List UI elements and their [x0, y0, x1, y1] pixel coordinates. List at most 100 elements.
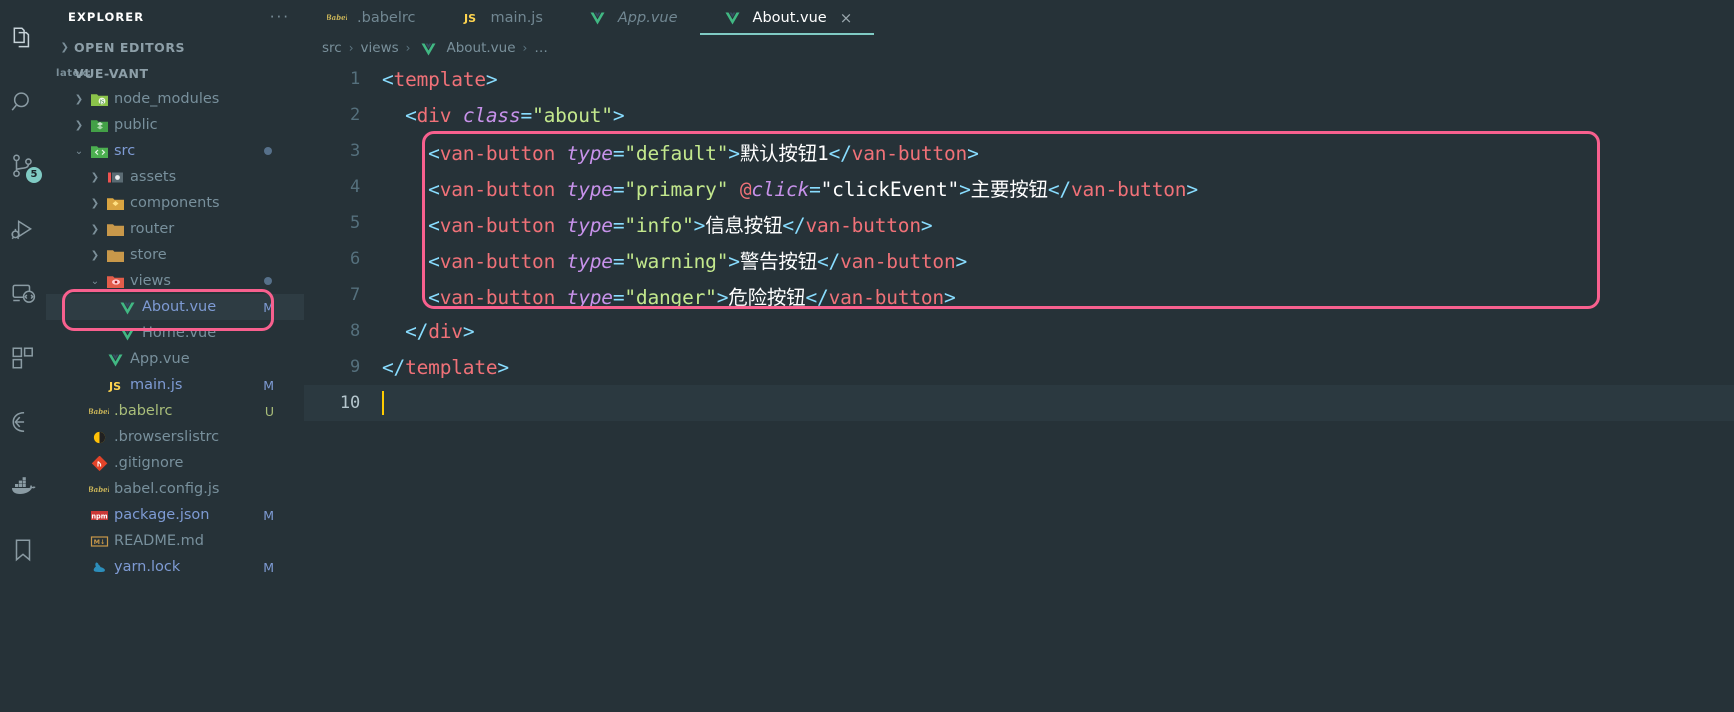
babel-file-icon: Babel — [326, 11, 348, 24]
tree-item-views[interactable]: ⌄ views — [46, 268, 304, 294]
chevron-right-icon: ❯ — [90, 223, 100, 235]
browserslist-file-icon — [88, 430, 110, 445]
explorer-sidebar: EXPLORER ··· ❯ OPEN EDITORS latex; VUE-V… — [46, 0, 304, 712]
git-file-icon — [88, 455, 110, 471]
tree-item-label: .babelrc — [114, 403, 173, 419]
tab-babelrc[interactable]: Babel .babelrc — [304, 0, 437, 35]
breadcrumb-item-src[interactable]: src — [322, 40, 342, 56]
chevron-right-icon: ❯ — [74, 93, 84, 105]
tree-item-label: assets — [130, 169, 177, 185]
tree-item-label: views — [130, 273, 171, 289]
chevron-down-icon: ⌄ — [74, 145, 84, 157]
line-number: 2 — [349, 105, 360, 125]
run-and-debug-icon[interactable] — [0, 198, 46, 262]
source-control-icon[interactable]: 5 — [0, 134, 46, 198]
tree-item-label: node_modules — [114, 91, 220, 107]
vue-file-icon — [417, 41, 439, 56]
explorer-header: EXPLORER ··· — [46, 0, 304, 34]
folder-store-icon — [104, 248, 126, 263]
chevron-right-icon: ❯ — [74, 119, 84, 131]
breadcrumb-separator-icon: › — [405, 41, 411, 55]
tab-main-js[interactable]: JS main.js — [437, 0, 564, 35]
extensions-icon[interactable] — [0, 326, 46, 390]
tree-item-store[interactable]: ❯ store — [46, 242, 304, 268]
tab-label: About.vue — [752, 9, 827, 26]
line-number: 1 — [349, 69, 360, 89]
line-number: 8 — [349, 321, 360, 341]
code-line-content: <van-button type="warning">警告按钮</van-but… — [428, 249, 968, 273]
breadcrumb-item-ellipsis[interactable]: … — [534, 40, 548, 56]
chevron-down-icon: ⌄ — [90, 275, 100, 287]
tab-about-vue[interactable]: About.vue × — [699, 0, 875, 35]
search-icon[interactable] — [0, 70, 46, 134]
vue-file-icon — [116, 326, 138, 341]
code-line-content: <van-button type="default">默认按钮1</van-bu… — [428, 141, 979, 165]
line-number: 5 — [349, 213, 360, 233]
code-line-active: 10 — [304, 385, 1734, 421]
code-editor[interactable]: 1 <template> 2 <div class="about"> 3 <va… — [304, 61, 1734, 712]
vue-file-icon — [722, 10, 744, 25]
code-line: 5 <van-button type="info">信息按钮</van-butt… — [304, 205, 1734, 241]
sidebar-section-vue-vant[interactable]: latex; VUE-VANT — [46, 60, 304, 86]
tree-item-label: babel.config.js — [114, 481, 220, 497]
tree-item-label: yarn.lock — [114, 559, 181, 575]
code-line: 1 <template> — [304, 61, 1734, 97]
babel-file-icon: Babel — [88, 483, 110, 496]
tree-item-node_modules[interactable]: ❯ JS node_modules — [46, 86, 304, 112]
code-line-content: <div class="about"> — [405, 103, 625, 127]
code-line: 2 <div class="about"> — [304, 97, 1734, 133]
folder-router-icon — [104, 222, 126, 237]
code-line-content: <template> — [382, 67, 498, 91]
code-line-content: <van-button type="danger">危险按钮</van-butt… — [428, 285, 956, 309]
tree-item-label: package.json — [114, 507, 210, 523]
tree-item-yarn-lock[interactable]: ❯ yarn.lock M — [46, 554, 304, 580]
tree-item-babel-config-js[interactable]: ❯ Babel babel.config.js — [46, 476, 304, 502]
js-file-icon: JS — [459, 10, 481, 25]
remote-explorer-icon[interactable] — [0, 262, 46, 326]
tree-item-label: .browserslistrc — [114, 429, 220, 445]
sidebar-section-open-editors[interactable]: ❯ OPEN EDITORS — [46, 34, 304, 60]
code-line: 6 <van-button type="warning">警告按钮</van-b… — [304, 241, 1734, 277]
tree-item-browserslistrc[interactable]: ❯ .browserslistrc — [46, 424, 304, 450]
folder-node-modules-icon: JS — [88, 92, 110, 107]
tree-item-components[interactable]: ❯ components — [46, 190, 304, 216]
tree-item-src[interactable]: ⌄ src — [46, 138, 304, 164]
vue-file-icon — [104, 352, 126, 367]
modified-dot-indicator — [264, 147, 272, 155]
line-number: 6 — [349, 249, 360, 269]
folder-assets-icon — [104, 170, 126, 185]
tree-item-gitignore[interactable]: ❯ .gitignore — [46, 450, 304, 476]
chevron-down-icon: latex; — [56, 67, 92, 79]
breadcrumb-item-views[interactable]: views — [361, 40, 399, 56]
svg-text:Babel: Babel — [89, 485, 109, 494]
explorer-more-actions-icon[interactable]: ··· — [270, 10, 290, 25]
tree-item-app-vue[interactable]: ❯ App.vue — [46, 346, 304, 372]
tree-item-public[interactable]: ❯ public — [46, 112, 304, 138]
tree-item-label: Home.vue — [142, 325, 217, 341]
breadcrumb-item-about-vue[interactable]: About.vue — [446, 40, 515, 56]
svg-text:Babel: Babel — [89, 407, 109, 416]
file-status-badge: M — [263, 299, 274, 315]
line-number-active: 10 — [339, 393, 360, 413]
tree-item-readme-md[interactable]: ❯ M↓ README.md — [46, 528, 304, 554]
explorer-icon[interactable] — [0, 6, 46, 70]
line-number: 7 — [349, 285, 360, 305]
tab-app-vue[interactable]: App.vue — [565, 0, 700, 35]
yarn-file-icon — [88, 560, 110, 575]
bookmarks-icon[interactable] — [0, 518, 46, 582]
tree-item-main-js[interactable]: ❯ JS main.js M — [46, 372, 304, 398]
docker-icon[interactable] — [0, 454, 46, 518]
tree-item-babelrc[interactable]: ❯ Babel .babelrc U — [46, 398, 304, 424]
chevron-right-icon: ❯ — [60, 41, 70, 53]
eslint-icon[interactable] — [0, 390, 46, 454]
tree-item-label: README.md — [114, 533, 204, 549]
tree-item-router[interactable]: ❯ router — [46, 216, 304, 242]
tree-item-home-vue[interactable]: ❯ Home.vue — [46, 320, 304, 346]
tree-item-about-vue[interactable]: ❯ About.vue M — [46, 294, 304, 320]
section-label: OPEN EDITORS — [74, 39, 186, 55]
close-icon[interactable]: × — [840, 9, 853, 27]
code-line: 9 </template> — [304, 349, 1734, 385]
tree-item-package-json[interactable]: ❯ npm package.json M — [46, 502, 304, 528]
tree-item-assets[interactable]: ❯ assets — [46, 164, 304, 190]
folder-components-icon — [104, 196, 126, 211]
